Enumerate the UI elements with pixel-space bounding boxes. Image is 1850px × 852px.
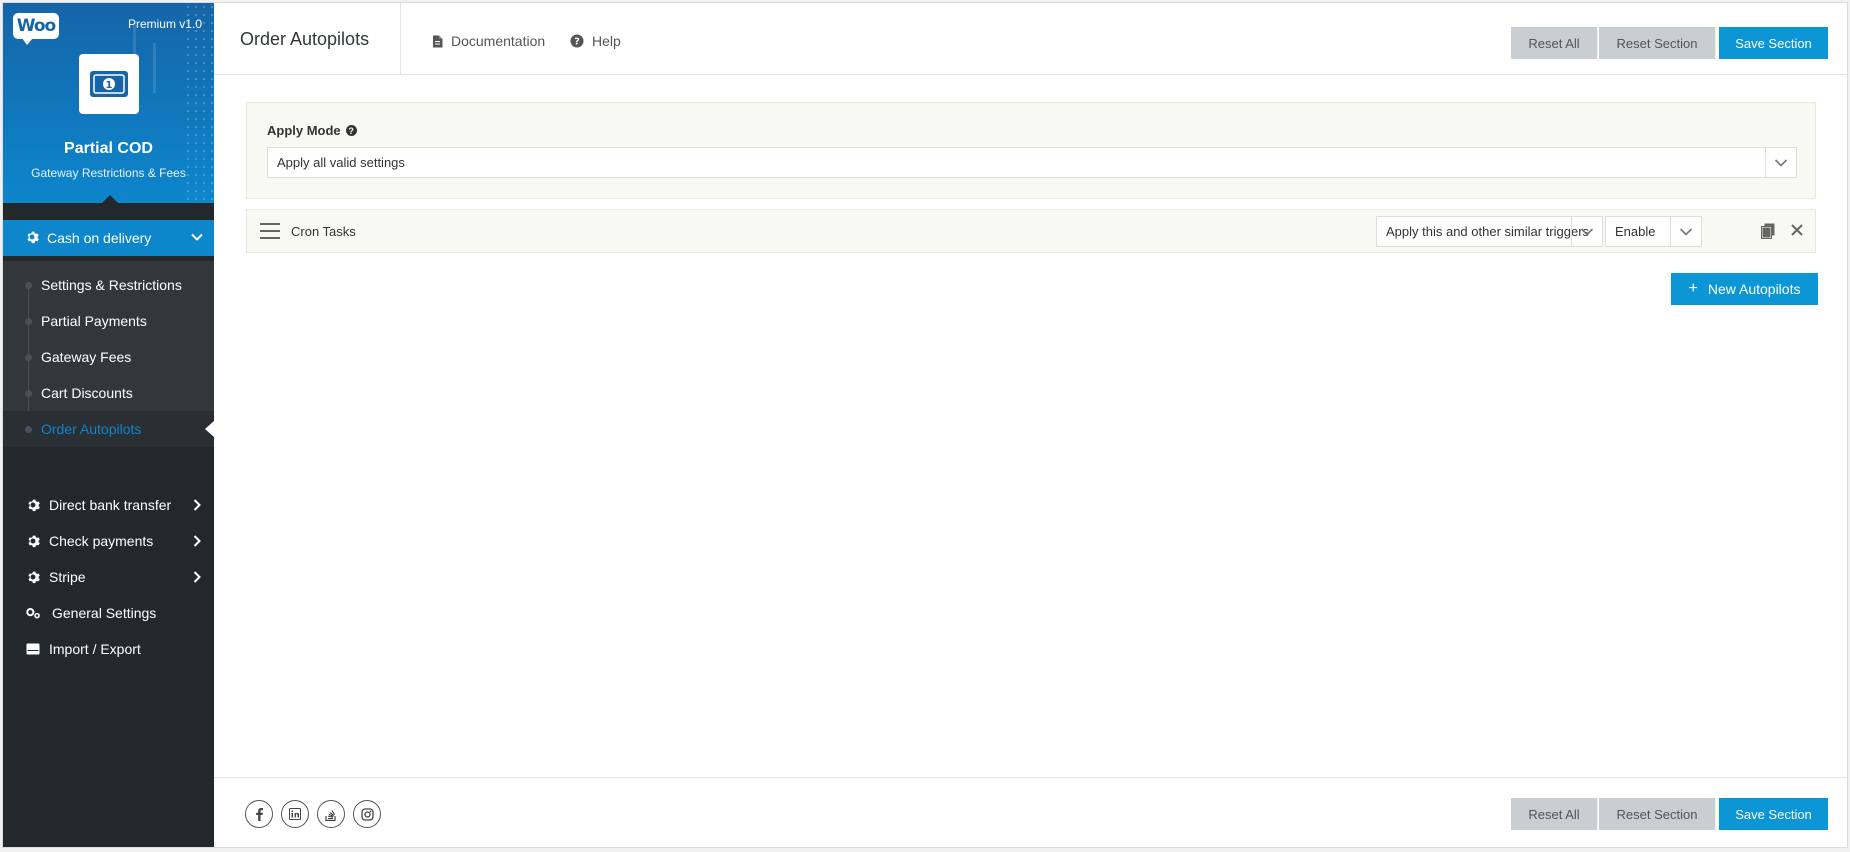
submenu-item-order-autopilots[interactable]: Order Autopilots xyxy=(3,411,214,447)
title-divider xyxy=(400,3,401,75)
apply-mode-value: Apply all valid settings xyxy=(277,155,405,170)
help-label: Help xyxy=(592,33,621,49)
chevron-right-icon xyxy=(190,534,204,551)
bullet-icon xyxy=(25,426,32,433)
status-value: Enable xyxy=(1615,224,1656,239)
save-section-button[interactable]: Save Section xyxy=(1719,27,1828,59)
stackoverflow-icon[interactable] xyxy=(317,800,345,828)
trigger-value: Apply this and other similar triggers xyxy=(1386,224,1590,239)
sidebar-item-label: Direct bank transfer xyxy=(49,497,172,513)
sidebar-item-cash-on-delivery[interactable]: Cash on delivery xyxy=(3,220,214,256)
main-content: Order Autopilots Documentation ? Help Re… xyxy=(214,3,1847,847)
submenu-item-label: Settings & Restrictions xyxy=(41,277,182,293)
hdd-icon xyxy=(25,643,41,655)
reset-section-button[interactable]: Reset Section xyxy=(1599,27,1716,59)
submenu-item-label: Partial Payments xyxy=(41,313,147,329)
sidebar: Woo Premium v1.0 1 Partial COD Gateway R… xyxy=(3,3,214,847)
bullet-icon xyxy=(25,318,32,325)
brand-decoration xyxy=(153,43,156,93)
sidebar-item-check-payments[interactable]: Check payments xyxy=(3,523,214,559)
linkedin-icon[interactable] xyxy=(281,800,309,828)
question-circle-icon: ? xyxy=(570,34,584,48)
new-autopilot-label: New Autopilots xyxy=(1707,281,1801,297)
plus-icon: + xyxy=(1688,280,1698,297)
sidebar-item-label: Import / Export xyxy=(49,641,141,657)
gear-icon xyxy=(25,534,41,548)
brand-title: Partial COD xyxy=(64,140,153,157)
duplicate-icon[interactable] xyxy=(1761,223,1775,243)
submenu-item-label: Gateway Fees xyxy=(41,349,132,365)
submenu-cash-on-delivery: Settings & Restrictions Partial Payments… xyxy=(3,261,214,447)
chevron-down-icon xyxy=(1571,217,1602,246)
document-icon xyxy=(432,35,443,48)
chevron-down-icon xyxy=(1765,148,1796,177)
woo-logo: Woo xyxy=(13,13,59,45)
footer-save-section-button[interactable]: Save Section xyxy=(1719,798,1828,830)
documentation-label: Documentation xyxy=(451,33,546,49)
apply-mode-label-text: Apply Mode xyxy=(267,123,341,138)
version-label: Premium v1.0 xyxy=(127,17,202,31)
page-title: Order Autopilots xyxy=(240,29,370,49)
app-frame: Woo Premium v1.0 1 Partial COD Gateway R… xyxy=(2,2,1848,848)
sidebar-item-direct-bank-transfer[interactable]: Direct bank transfer xyxy=(3,487,214,523)
sidebar-item-import-export[interactable]: Import / Export xyxy=(3,631,214,667)
chevron-down-icon xyxy=(190,230,204,247)
submenu-item-partial-payments[interactable]: Partial Payments xyxy=(3,303,214,339)
apply-mode-label: Apply Mode ? xyxy=(267,123,357,138)
gear-icon xyxy=(25,230,39,247)
brand-header: Woo Premium v1.0 1 Partial COD Gateway R… xyxy=(3,3,214,203)
documentation-link[interactable]: Documentation xyxy=(432,33,545,49)
submenu-item-settings-restrictions[interactable]: Settings & Restrictions xyxy=(3,267,214,303)
submenu-item-label: Order Autopilots xyxy=(41,421,142,437)
question-circle-icon[interactable]: ? xyxy=(345,125,357,136)
sidebar-item-label: Cash on delivery xyxy=(47,230,152,246)
status-select[interactable]: Enable xyxy=(1605,216,1702,247)
gear-icon xyxy=(25,570,41,584)
footer-reset-all-button[interactable]: Reset All xyxy=(1511,798,1598,830)
chevron-right-icon xyxy=(190,498,204,515)
new-autopilot-button[interactable]: + New Autopilots xyxy=(1671,273,1818,305)
sidebar-item-label: General Settings xyxy=(52,605,157,621)
gears-icon xyxy=(25,606,41,620)
gear-icon xyxy=(25,498,41,512)
facebook-icon[interactable] xyxy=(245,800,273,828)
sidebar-item-label: Check payments xyxy=(49,533,154,549)
apply-mode-panel: Apply Mode ? Apply all valid settings xyxy=(246,102,1816,199)
brand-notch xyxy=(101,195,119,203)
help-link[interactable]: ? Help xyxy=(570,33,621,49)
brand-subtitle: Gateway Restrictions & Fees xyxy=(31,166,186,180)
sidebar-item-label: Stripe xyxy=(49,569,86,585)
bullet-icon xyxy=(25,390,32,397)
drag-handle-icon[interactable] xyxy=(260,222,280,244)
footer-reset-section-button[interactable]: Reset Section xyxy=(1599,798,1716,830)
submenu-item-label: Cart Discounts xyxy=(41,385,133,401)
bullet-icon xyxy=(25,282,32,289)
sidebar-item-stripe[interactable]: Stripe xyxy=(3,559,214,595)
submenu-item-gateway-fees[interactable]: Gateway Fees xyxy=(3,339,214,375)
instagram-icon[interactable] xyxy=(353,800,381,828)
apply-mode-select[interactable]: Apply all valid settings xyxy=(267,147,1797,178)
trigger-select[interactable]: Apply this and other similar triggers xyxy=(1376,216,1603,247)
reset-all-button[interactable]: Reset All xyxy=(1511,27,1598,59)
top-bar: Order Autopilots Documentation ? Help Re… xyxy=(214,3,1847,75)
close-icon[interactable] xyxy=(1790,223,1804,241)
sidebar-item-general-settings[interactable]: General Settings xyxy=(3,595,214,631)
chevron-down-icon xyxy=(1670,217,1701,246)
money-icon: 1 xyxy=(79,54,139,114)
autopilot-row: Cron Tasks Apply this and other similar … xyxy=(246,209,1816,253)
bullet-icon xyxy=(25,354,32,361)
svg-text:1: 1 xyxy=(106,80,113,91)
footer: Reset All Reset Section Save Section xyxy=(214,777,1847,847)
svg-text:?: ? xyxy=(574,37,580,48)
autopilot-title[interactable]: Cron Tasks xyxy=(291,224,356,239)
submenu-item-cart-discounts[interactable]: Cart Discounts xyxy=(3,375,214,411)
chevron-right-icon xyxy=(190,570,204,587)
